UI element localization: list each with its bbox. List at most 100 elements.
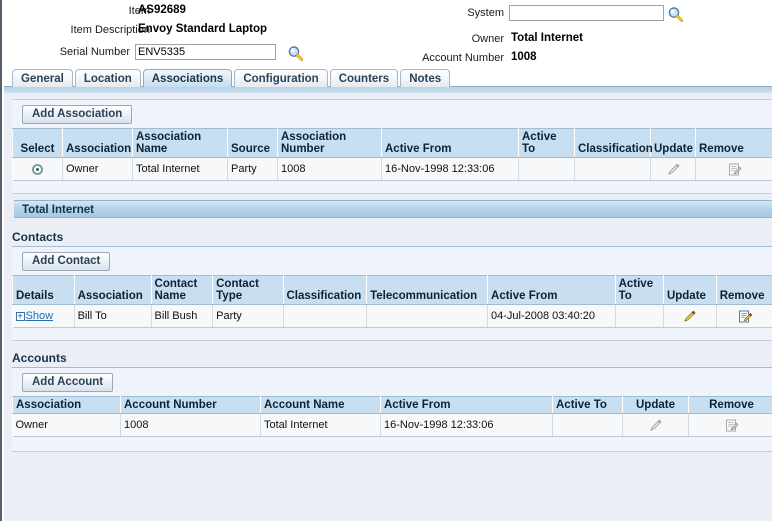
account-name-cell: Total Internet	[260, 413, 381, 437]
association-select-cell[interactable]	[12, 157, 63, 181]
tab-configuration-label: Configuration	[243, 73, 319, 85]
col-contact-association: Association	[73, 275, 152, 305]
col-contact-active-to: Active To	[614, 275, 664, 305]
accounts-panel-footer	[12, 437, 772, 451]
contacts-table: Details Association Contact Name Contact…	[12, 275, 772, 328]
tab-location[interactable]: Location	[74, 69, 141, 87]
contacts-button-row: Add Contact	[12, 247, 772, 275]
contacts-header-row: Details Association Contact Name Contact…	[12, 275, 772, 305]
remove-icon[interactable]	[699, 162, 771, 177]
remove-icon[interactable]	[692, 418, 771, 433]
account-active-to-cell	[552, 413, 623, 437]
col-account-active-to: Active To	[552, 396, 623, 414]
association-active-from-cell: 16-Nov-1998 12:33:06	[381, 157, 519, 181]
col-contact-name: Contact Name	[150, 275, 214, 305]
accounts-header-row: Association Account Number Account Name …	[12, 396, 772, 414]
contact-telecommunication-cell	[366, 304, 489, 328]
contact-details-cell[interactable]: + Show	[12, 304, 75, 328]
associations-panel: Add Association Select Association Assoc…	[12, 99, 772, 194]
tab-general[interactable]: General	[12, 69, 73, 87]
contacts-panel: Add Contact Details Association Contact …	[12, 247, 772, 341]
contact-name-cell: Bill Bush	[151, 304, 214, 328]
add-association-button[interactable]: Add Association	[22, 105, 133, 124]
contact-classification-cell	[283, 304, 368, 328]
col-contact-classification: Classification	[282, 275, 368, 305]
pencil-icon[interactable]	[654, 162, 692, 177]
association-source-cell: Party	[227, 157, 278, 181]
serial-number-label: Serial Number	[59, 46, 130, 58]
account-number-label-wrap: Account Number	[382, 52, 504, 64]
tab-notes[interactable]: Notes	[400, 69, 451, 87]
tab-counters[interactable]: Counters	[329, 69, 399, 87]
account-number-label: Account Number	[422, 52, 504, 64]
item-description-value-wrap: Envoy Standard Laptop	[138, 23, 267, 35]
col-account-number: Account Number	[120, 396, 261, 414]
associations-header-row: Select Association Association Name Sour…	[12, 128, 772, 158]
tab-associations-label: Associations	[151, 73, 224, 85]
account-active-from-cell: 16-Nov-1998 12:33:06	[380, 413, 553, 437]
application-page: Item AS92689 Item Description Envoy Stan…	[0, 0, 772, 521]
system-label-wrap: System	[382, 7, 504, 19]
association-update-cell[interactable]	[650, 157, 696, 181]
system-search-icon[interactable]	[667, 6, 684, 23]
owner-section-bar: Total Internet	[14, 200, 772, 218]
owner-label: Owner	[471, 33, 504, 45]
contact-show-link[interactable]: Show	[26, 310, 54, 322]
pencil-icon[interactable]	[626, 418, 685, 433]
contact-active-from-cell: 04-Jul-2008 03:40:20	[487, 304, 616, 328]
item-header-form: Item AS92689 Item Description Envoy Stan…	[2, 0, 772, 66]
owner-section-title: Total Internet	[22, 204, 94, 216]
add-account-button[interactable]: Add Account	[22, 373, 114, 392]
serial-number-search-icon[interactable]	[287, 45, 304, 62]
col-contact-update: Update	[662, 275, 717, 305]
association-number-cell: 1008	[277, 157, 382, 181]
col-association-number: Association Number	[277, 128, 382, 158]
accounts-table: Association Account Number Account Name …	[12, 396, 772, 437]
account-number-value: 1008	[511, 51, 537, 63]
expand-icon[interactable]: +	[15, 311, 25, 321]
serial-number-label-wrap: Serial Number	[2, 46, 130, 58]
system-input[interactable]	[509, 5, 664, 21]
association-name-cell: Total Internet	[132, 157, 228, 181]
association-cell: Owner	[62, 157, 133, 181]
item-value: AS92689	[138, 4, 186, 16]
owner-value-wrap: Total Internet	[511, 32, 583, 44]
col-association-name: Association Name	[132, 128, 228, 158]
col-select: Select	[12, 128, 63, 158]
association-select-radio[interactable]	[31, 163, 43, 175]
tab-associations[interactable]: Associations	[142, 69, 233, 87]
item-description-label-wrap: Item Description	[2, 24, 150, 36]
tab-counters-label: Counters	[338, 73, 390, 85]
add-contact-button[interactable]: Add Contact	[22, 252, 111, 271]
col-contact-type: Contact Type	[212, 275, 284, 305]
contact-update-cell[interactable]	[663, 304, 717, 328]
accounts-button-row: Add Account	[12, 368, 772, 396]
associations-table: Select Association Association Name Sour…	[12, 128, 772, 181]
col-active-from: Active From	[381, 128, 519, 158]
pencil-icon[interactable]	[667, 309, 713, 324]
account-update-cell[interactable]	[622, 413, 689, 437]
col-source: Source	[227, 128, 278, 158]
contacts-panel-footer	[12, 328, 772, 340]
contact-type-cell: Party	[212, 304, 284, 328]
remove-icon[interactable]	[720, 309, 770, 324]
accounts-title: Accounts	[12, 351, 67, 365]
item-value-wrap: AS92689	[138, 4, 186, 16]
account-remove-cell[interactable]	[688, 413, 772, 437]
tab-general-label: General	[21, 73, 64, 85]
account-number-value-wrap: 1008	[511, 51, 537, 63]
owner-value: Total Internet	[511, 32, 583, 44]
serial-number-input[interactable]	[135, 44, 276, 60]
associations-button-row: Add Association	[12, 100, 772, 128]
association-remove-cell[interactable]	[695, 157, 772, 181]
tab-configuration[interactable]: Configuration	[234, 69, 328, 87]
col-account-name: Account Name	[260, 396, 381, 414]
contacts-title: Contacts	[12, 230, 64, 244]
associations-tab-content: Add Association Select Association Assoc…	[4, 93, 772, 521]
tab-notes-label: Notes	[409, 73, 442, 85]
col-account-association: Association	[12, 396, 121, 414]
tab-location-label: Location	[83, 73, 132, 85]
owner-label-wrap: Owner	[382, 33, 504, 45]
contact-remove-cell[interactable]	[716, 304, 772, 328]
account-number-cell: 1008	[120, 413, 261, 437]
